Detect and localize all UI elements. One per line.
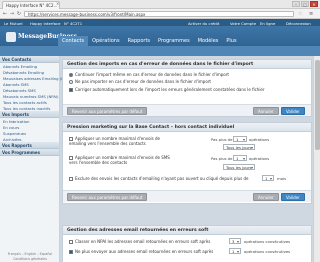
checkbox-icon[interactable]	[69, 177, 73, 181]
pas-plus-de-label: Pas plus de	[211, 137, 233, 142]
import-option-continue[interactable]: Continuer l'import même en cas d'erreur …	[69, 72, 229, 77]
sidebar-footer: Français – English – Español Conditions …	[0, 252, 60, 262]
panel-title: Gestion des imports en cas d'erreur de d…	[63, 60, 311, 69]
topbar-account-number: N° 4C2T1	[64, 20, 83, 26]
sidebar-section-imports[interactable]: Vos Imports	[0, 111, 59, 118]
soft-bounce-panel: Gestion des adresses email retournées en…	[62, 225, 312, 262]
logo-mark-icon	[6, 32, 16, 42]
page-scrollbar[interactable]	[313, 56, 320, 262]
consecutive-operations-label: opérations consécutives	[244, 249, 291, 254]
nav-rapports[interactable]: Rapports	[124, 36, 154, 46]
save-button[interactable]: Valider	[281, 193, 305, 201]
account-topbar: Le Mutuel Happy Interface N° 4C2T1 Activ…	[0, 19, 320, 26]
option-label: Appliquer un nombre maximal d'envois de …	[69, 136, 161, 146]
browser-tab-title: Happy Interface N° 4C2...	[6, 3, 58, 8]
topbar-account[interactable]: Happy Interface	[30, 21, 60, 26]
browser-tab[interactable]: Happy Interface N° 4C2...	[2, 1, 60, 9]
exclude-unit-label: mois	[277, 176, 287, 181]
checkbox-icon[interactable]	[69, 250, 73, 254]
sidebar-section-contacts[interactable]: Vos Contacts	[0, 56, 59, 63]
option-label: Ne pas importer en cas d'erreur de donné…	[75, 79, 211, 84]
import-option-autocorrect[interactable]: Corriger automatiquement lors de l'impor…	[69, 87, 265, 92]
reload-icon[interactable]: ↻	[16, 11, 22, 17]
terms-link[interactable]: Conditions générales	[0, 257, 60, 261]
panel-button-bar: Revenir aux paramètres par défaut Annule…	[63, 190, 311, 202]
soft-bounce-npai-rule[interactable]: Classer en NPAI les adresses email retou…	[69, 239, 210, 244]
sms-limit-rule[interactable]: Appliquer un nombre maximal d'envois de …	[69, 155, 173, 165]
scrollbar-thumb[interactable]	[315, 60, 320, 150]
nav-contacts[interactable]: Contacts	[58, 36, 89, 46]
window-controls: – □ ×	[292, 1, 318, 7]
option-label: Continuer l'import même en cas d'erreur …	[75, 72, 229, 77]
nav-operations[interactable]: Opérations	[88, 36, 124, 46]
topbar-online-status: En ligne	[260, 20, 276, 26]
sidebar-item[interactable]: Mauvais numéros SMS (NPAI)	[0, 93, 59, 99]
pas-plus-de-label: Pas plus de	[211, 156, 233, 161]
main-nav: Contacts Opérations Rapports Programmes …	[58, 36, 241, 46]
exclude-count-select[interactable]: 1	[262, 175, 274, 181]
topbar-account-link[interactable]: Votre Compte	[230, 21, 256, 26]
browser-menu-icon[interactable]: ≡	[309, 11, 313, 17]
option-label: Exclure des envois les contacts d'emaili…	[75, 176, 249, 181]
browser-tabbar: Happy Interface N° 4C2... × – □ ×	[0, 0, 320, 9]
close-tab-icon[interactable]: ×	[56, 1, 59, 6]
panel-button-bar: Revenir aux paramètres par défaut Annule…	[63, 104, 311, 116]
sidebar: Vos Contacts Abonnés Emailing Désabonnés…	[0, 56, 71, 262]
option-label: Ne plus envoyer aux adresses email retou…	[75, 249, 214, 254]
consecutive-operations-label: opérations consécutives	[244, 239, 291, 244]
import-errors-panel: Gestion des imports en cas d'erreur de d…	[62, 59, 312, 117]
cancel-button[interactable]: Annuler	[253, 107, 279, 115]
soft-bounce-stop-rule[interactable]: Ne plus envoyer aux adresses email retou…	[69, 249, 213, 254]
operations-label: opérations	[249, 137, 270, 142]
email-count-select[interactable]: 1	[233, 136, 247, 142]
radio-icon[interactable]	[69, 80, 73, 84]
nav-plus[interactable]: Plus	[222, 36, 240, 46]
exclude-inactive-rule[interactable]: Exclure des envois les contacts d'emaili…	[69, 176, 248, 181]
soft-bounce-stop-count-select[interactable]: 1	[229, 248, 241, 254]
marketing-pressure-panel: Pression marketing sur la Base Contact –…	[62, 122, 312, 204]
sms-count-select[interactable]: 1	[233, 155, 247, 161]
minimize-button[interactable]: –	[292, 1, 300, 7]
operations-label: opérations	[249, 156, 270, 161]
browser-toolbar: ← → ↻ https://services.message-business.…	[0, 9, 320, 19]
email-limit-rule[interactable]: Appliquer un nombre maximal d'envois de …	[69, 136, 173, 146]
checkbox-icon[interactable]	[69, 88, 73, 92]
topbar-logout-link[interactable]: Déconnexion	[286, 21, 311, 26]
soft-bounce-npai-count-select[interactable]: 3	[229, 238, 241, 244]
option-label: Appliquer un nombre maximal d'envois de …	[69, 155, 170, 165]
sidebar-section-programmes[interactable]: Vos Programmes	[0, 149, 59, 156]
checkbox-icon[interactable]	[69, 240, 73, 244]
forward-icon[interactable]: →	[9, 11, 15, 17]
bookmark-star-icon[interactable]: ☆	[298, 11, 302, 17]
option-label: Classer en NPAI les adresses email retou…	[75, 239, 211, 244]
app-header: MessageBusiness Contacts Opérations Rapp…	[0, 26, 320, 56]
sub-nav	[0, 46, 320, 56]
sidebar-item[interactable]: Mauvaises adresses Emailing (NPAI)	[0, 75, 71, 81]
panel-title: Pression marketing sur la Base Contact –…	[63, 123, 311, 132]
sidebar-item[interactable]: Tous les contacts inactifs	[0, 105, 59, 111]
cancel-button[interactable]: Annuler	[253, 193, 279, 201]
language-links[interactable]: Français – English – Español	[0, 252, 60, 256]
nav-modeles[interactable]: Modèles	[194, 36, 223, 46]
reset-defaults-button[interactable]: Revenir aux paramètres par défaut	[67, 193, 148, 201]
import-option-stop[interactable]: Ne pas importer en cas d'erreur de donné…	[69, 79, 211, 84]
topbar-credit-link[interactable]: Activer du crédit	[188, 21, 219, 26]
radio-icon[interactable]	[69, 73, 73, 77]
email-period-select[interactable]: Tous les jours	[223, 144, 255, 150]
option-label: Corriger automatiquement lors de l'impor…	[75, 87, 265, 92]
save-button[interactable]: Valider	[281, 107, 305, 115]
back-icon[interactable]: ←	[2, 11, 8, 17]
maximize-button[interactable]: □	[301, 1, 309, 7]
close-window-button[interactable]: ×	[310, 1, 318, 7]
reset-defaults-button[interactable]: Revenir aux paramètres par défaut	[67, 107, 148, 115]
settings-content: Gestion des imports en cas d'erreur de d…	[62, 56, 312, 262]
address-bar[interactable]: https://services.message-business.com/v3…	[24, 11, 294, 17]
sidebar-section-rapports[interactable]: Vos Rapports	[0, 142, 59, 149]
panel-title: Gestion des adresses email retournées en…	[63, 226, 311, 235]
topbar-company[interactable]: Le Mutuel	[4, 21, 23, 26]
nav-programmes[interactable]: Programmes	[154, 36, 194, 46]
logo[interactable]: MessageBusiness	[6, 31, 77, 45]
sms-period-select[interactable]: Tous les jours	[223, 164, 255, 170]
